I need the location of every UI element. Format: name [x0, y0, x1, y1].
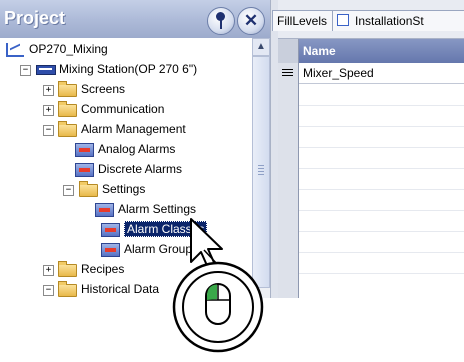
tree-item-label: Alarm Settings	[118, 202, 197, 216]
grid-header: Name	[278, 39, 464, 63]
collapse-icon[interactable]: −	[20, 65, 31, 76]
tree-item-label: Communication	[81, 102, 165, 116]
alarm-groups-icon	[101, 243, 120, 257]
project-panel: Project ✕ OP270_Mixing − Mixing Station(…	[0, 0, 270, 298]
tree-item-label: Settings	[102, 182, 146, 196]
tree-item-alarm-settings[interactable]: Alarm Settings	[94, 199, 196, 219]
row-gutter	[278, 63, 299, 298]
folder-icon	[58, 101, 77, 117]
collapse-icon[interactable]: −	[43, 285, 54, 296]
grid-body: Mixer_Speed	[278, 63, 464, 298]
tree-item-alarm-groups[interactable]: Alarm Groups	[100, 239, 198, 259]
tree-item-label: Mixing Station(OP 270 6")	[59, 62, 198, 76]
panel-title: Project	[4, 8, 66, 28]
analog-alarm-icon	[75, 143, 94, 157]
alarm-settings-icon	[95, 203, 114, 217]
editor-panel: FillLevels InstallationSt Name Mixer_Spe…	[272, 0, 464, 298]
pin-button[interactable]	[207, 7, 235, 35]
tree-item-settings[interactable]: Settings	[78, 179, 145, 199]
close-icon: ✕	[243, 11, 259, 30]
grid-corner[interactable]	[278, 39, 299, 63]
expand-icon[interactable]: +	[43, 265, 54, 276]
tab-label: FillLevels	[277, 14, 328, 28]
tree-item-project[interactable]: OP270_Mixing	[5, 39, 108, 59]
tree-item-label: Discrete Alarms	[98, 162, 183, 176]
close-panel-button[interactable]: ✕	[237, 7, 265, 35]
project-panel-header: Project ✕	[0, 0, 270, 38]
tab-label: InstallationSt	[355, 14, 424, 28]
alarm-classes-icon	[101, 223, 120, 237]
folder-open-icon	[58, 281, 77, 297]
station-icon	[36, 65, 56, 75]
tree-item-alarm-management[interactable]: Alarm Management	[57, 119, 186, 139]
collapse-icon[interactable]: −	[43, 125, 54, 136]
tree-item-label: Analog Alarms	[98, 142, 176, 156]
tree-item-alarm-classes[interactable]: Alarm Classes	[100, 219, 208, 239]
tree-item-analog-alarms[interactable]: Analog Alarms	[74, 139, 175, 159]
settings-folder-icon	[79, 181, 98, 197]
column-header-name[interactable]: Name	[299, 39, 464, 63]
expand-icon[interactable]: +	[43, 85, 54, 96]
tree-item-label: Alarm Groups	[124, 242, 199, 256]
tree-item-communication[interactable]: Communication	[57, 99, 164, 119]
tree-item-recipes[interactable]: Recipes	[57, 259, 124, 279]
tree-item-label: Alarm Management	[81, 122, 186, 136]
collapse-icon[interactable]: −	[63, 185, 74, 196]
tree-scrollbar[interactable]: ▲	[252, 38, 270, 298]
panel-splitter[interactable]	[270, 0, 278, 298]
tree-item-screens[interactable]: Screens	[57, 79, 125, 99]
tree-item-label: Historical Data	[81, 282, 160, 296]
project-tree: OP270_Mixing − Mixing Station(OP 270 6")…	[0, 38, 252, 298]
tree-item-discrete-alarms[interactable]: Discrete Alarms	[74, 159, 182, 179]
tree-item-historical-data[interactable]: Historical Data	[57, 279, 159, 298]
table-cell-name[interactable]: Mixer_Speed	[299, 63, 464, 84]
expand-icon[interactable]: +	[43, 105, 54, 116]
tree-item-label: Alarm Classes	[124, 221, 208, 237]
folder-icon	[58, 261, 77, 277]
scroll-thumb[interactable]	[252, 56, 270, 288]
discrete-alarm-icon	[75, 163, 94, 177]
tree-item-mixing-station[interactable]: Mixing Station(OP 270 6")	[35, 59, 197, 79]
row-marker-icon[interactable]	[282, 69, 293, 78]
folder-icon	[58, 81, 77, 97]
tab-installation[interactable]: InstallationSt	[332, 10, 464, 31]
scroll-up-icon[interactable]: ▲	[252, 38, 270, 56]
tab-filllevels[interactable]: FillLevels	[272, 10, 338, 31]
project-icon	[6, 43, 24, 57]
tree-item-label: Screens	[81, 82, 126, 96]
screen-icon	[337, 14, 349, 26]
tree-item-label: OP270_Mixing	[29, 42, 108, 56]
tree-item-label: Recipes	[81, 262, 125, 276]
editor-tab-bar: FillLevels InstallationSt	[272, 0, 464, 39]
folder-open-icon	[58, 121, 77, 137]
